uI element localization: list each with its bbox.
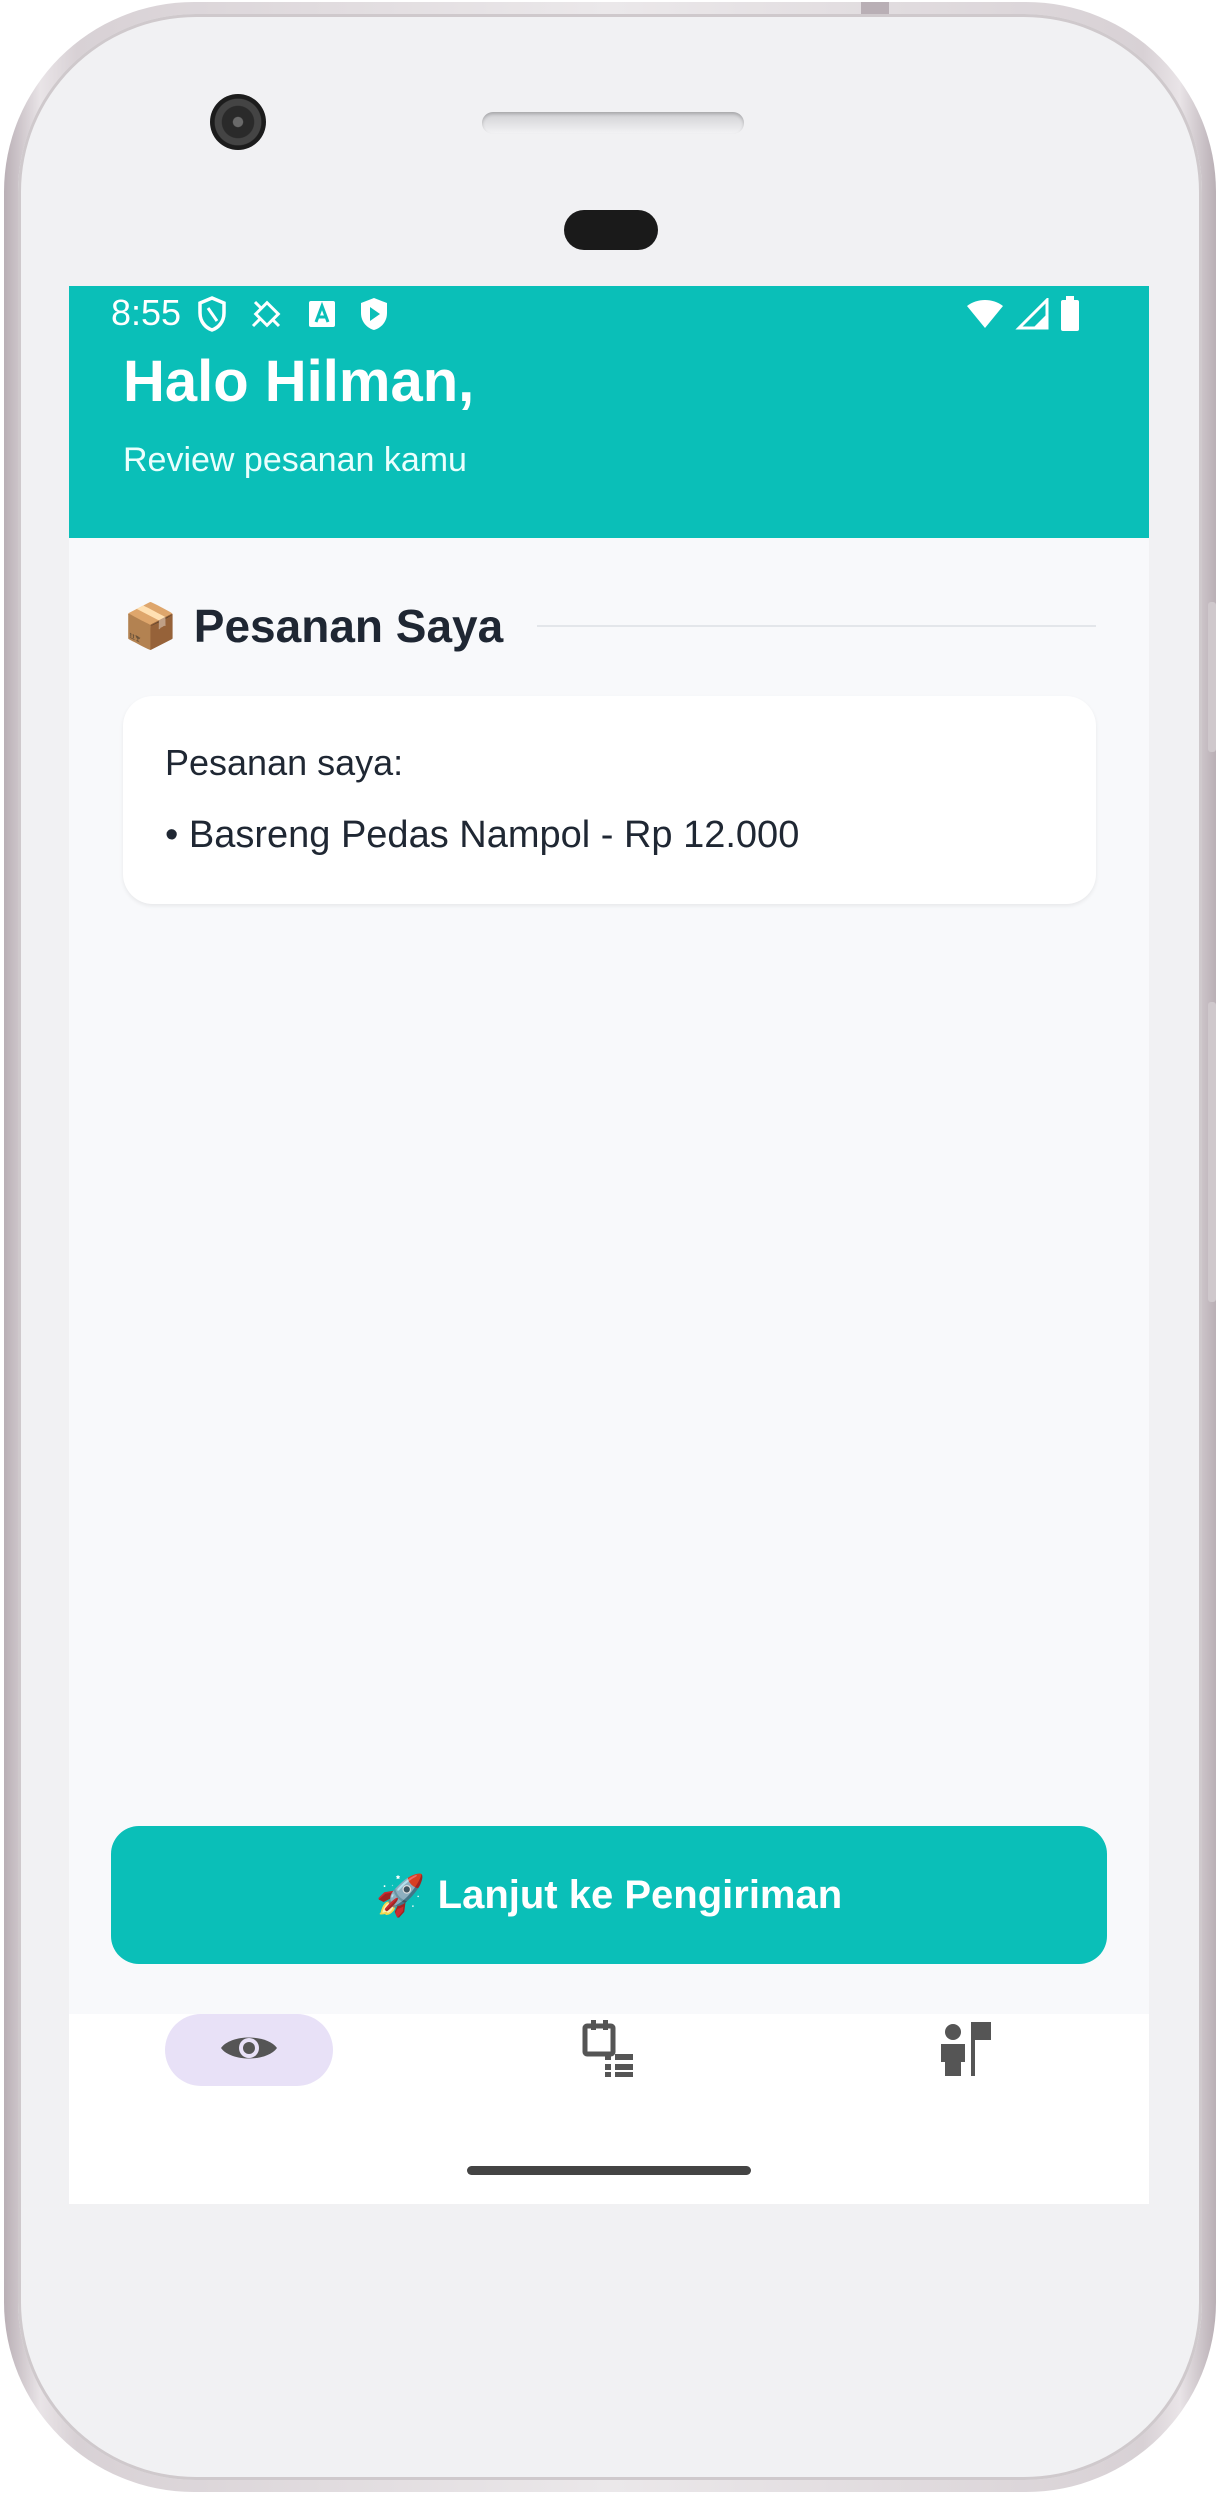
greeting-title: Halo Hilman, xyxy=(123,349,475,414)
wifi-icon xyxy=(965,298,1005,335)
continue-to-shipping-button[interactable]: 🚀 Lanjut ke Pengiriman xyxy=(111,1826,1107,1964)
play-shield-icon xyxy=(359,296,389,337)
calendar-list-icon xyxy=(581,2018,637,2083)
order-item: • Basreng Pedas Nampol - Rp 12.000 xyxy=(165,814,800,856)
status-time: 8:55 xyxy=(111,292,182,333)
continue-button-label: Lanjut ke Pengiriman xyxy=(437,1872,843,1917)
user-flag-icon xyxy=(937,2018,993,2083)
proximity-sensor xyxy=(564,210,658,250)
home-indicator[interactable] xyxy=(467,2166,751,2175)
section-title: Pesanan Saya xyxy=(193,600,504,652)
nav-item-schedule[interactable] xyxy=(525,2014,693,2086)
order-label: Pesanan saya: xyxy=(165,742,404,783)
bottom-navigation xyxy=(69,2014,1149,2204)
app-header: 8:55 Halo Hilman, Review pesanan kamu xyxy=(69,286,1149,538)
battery-icon xyxy=(1059,296,1081,337)
status-bar: 8:55 xyxy=(69,286,1149,346)
nav-item-review[interactable] xyxy=(165,2014,333,2086)
rocket-icon: 🚀 xyxy=(375,1873,426,1918)
status-icons-right xyxy=(965,296,1081,337)
shield-icon xyxy=(197,296,227,337)
greeting-subtitle: Review pesanan kamu xyxy=(123,441,467,479)
eye-icon xyxy=(219,2030,279,2071)
volume-button xyxy=(1208,1002,1216,1302)
status-icons-left xyxy=(197,296,389,337)
section-divider xyxy=(537,625,1096,627)
power-button xyxy=(1208,602,1216,752)
satellite-icon xyxy=(249,296,285,337)
phone-frame: 8:55 Halo Hilman, Review pesanan kamu 📦 … xyxy=(4,2,1216,2492)
orders-section-header: 📦 Pesanan Saya xyxy=(123,596,1096,656)
phone-top-edge xyxy=(861,2,889,14)
cellular-signal-icon xyxy=(1015,296,1049,335)
front-camera xyxy=(210,94,266,150)
package-icon: 📦 xyxy=(123,602,178,651)
nav-item-destination[interactable] xyxy=(881,2014,1049,2086)
accessibility-a-icon xyxy=(307,299,337,334)
app-screen: 8:55 Halo Hilman, Review pesanan kamu 📦 … xyxy=(69,286,1149,2204)
earpiece-speaker xyxy=(482,112,744,134)
order-card: Pesanan saya: • Basreng Pedas Nampol - R… xyxy=(123,696,1096,904)
